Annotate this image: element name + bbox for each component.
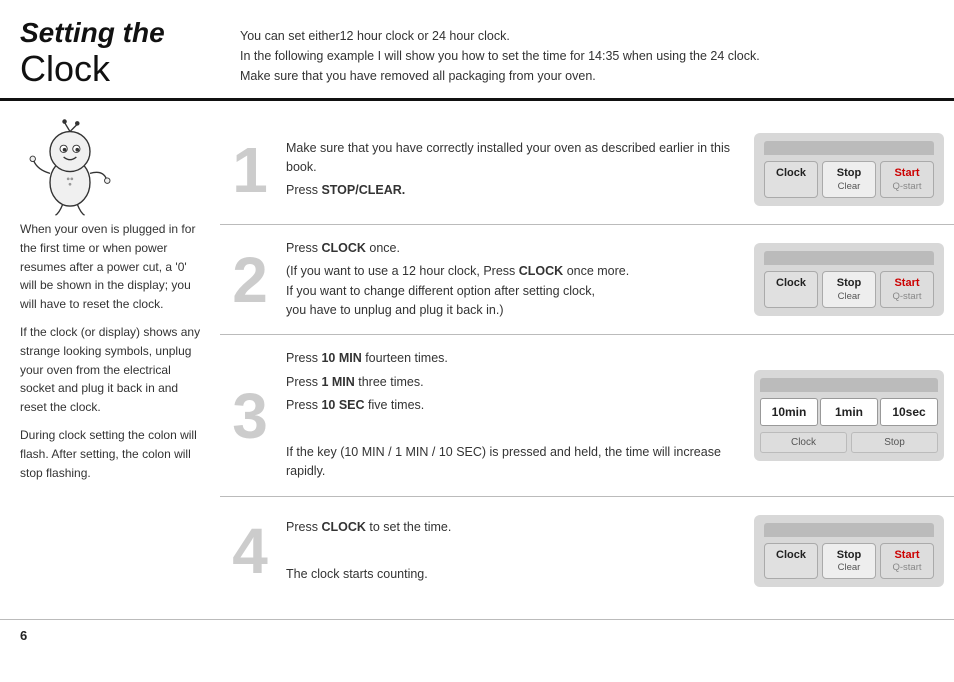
step-4-stop-label: Stop [837,549,861,561]
step-3-time-panel: 10min 1min 10sec Clock Stop [754,370,944,461]
step-3-text-5: If the key (10 MIN / 1 MIN / 10 SEC) is … [286,443,734,482]
step-4-row: 4 Press CLOCK to set the time. The clock… [220,497,954,606]
step-3-number: 3 [232,384,268,448]
step-4-instructions: Press CLOCK to set the time. The clock s… [280,511,744,592]
step-3-10sec-btn[interactable]: 10sec [880,398,938,426]
sidebar-text: When your oven is plugged in for the fir… [20,220,204,482]
step-4-clock-btn[interactable]: Clock [764,543,818,580]
steps-area: 1 Make sure that you have correctly inst… [220,101,954,619]
step-1-stop-sub: Clear [825,181,873,192]
step-1-instructions: Make sure that you have correctly instal… [280,129,744,210]
step-3-text-2: Press 1 MIN three times. [286,373,734,392]
step-1-start-label: Start [894,167,919,179]
step-2-row: 2 Press CLOCK once. (If you want to use … [220,225,954,336]
step-1-oven-panel: Clock Stop Clear Start Q-start [754,133,944,206]
page-number: 6 [20,628,27,643]
page-header: Setting the Clock You can set either12 h… [0,0,954,101]
title-italic: Setting the [20,18,210,49]
step-4-stop-btn[interactable]: Stop Clear [822,543,876,580]
header-desc-line-1: You can set either12 hour clock or 24 ho… [240,26,760,46]
step-4-start-sub: Q-start [883,562,931,573]
step-2-stop-btn[interactable]: Stop Clear [822,271,876,308]
step-4-text-2 [286,541,734,560]
sidebar-para-3: During clock setting the colon will flas… [20,426,204,482]
step-2-panel: Clock Stop Clear Start Q-start [744,239,954,321]
step-2-start-label: Start [894,277,919,289]
step-3-10min-btn[interactable]: 10min [760,398,818,426]
step-4-clock-label: Clock [776,549,806,561]
header-description: You can set either12 hour clock or 24 ho… [240,18,760,88]
step-4-start-label: Start [894,549,919,561]
step-1-number-col: 1 [220,129,280,210]
step-4-number-col: 4 [220,511,280,592]
step-3-panel: 10min 1min 10sec Clock Stop [744,349,954,481]
step-3-time-buttons: 10min 1min 10sec [760,398,938,426]
step-2-clock-label: Clock [776,277,806,289]
step-1-number: 1 [232,138,268,202]
step-1-start-sub: Q-start [883,181,931,192]
title-normal: Clock [20,49,210,89]
step-2-number: 2 [232,248,268,312]
step-1-stop-label: Stop [837,167,861,179]
step-3-text-4 [286,420,734,439]
step-3-row: 3 Press 10 MIN fourteen times. Press 1 M… [220,335,954,496]
step-4-number: 4 [232,519,268,583]
sidebar-para-2: If the clock (or display) shows any stra… [20,323,204,416]
step-3-1min-btn[interactable]: 1min [820,398,878,426]
step-2-panel-top-bar [764,251,934,265]
step-1-panel-top-bar [764,141,934,155]
step-3-number-col: 3 [220,349,280,481]
header-desc-line-3: Make sure that you have removed all pack… [240,66,760,86]
sidebar-para-1: When your oven is plugged in for the fir… [20,220,204,313]
step-1-stop-btn[interactable]: Stop Clear [822,161,876,198]
step-3-text-1: Press 10 MIN fourteen times. [286,349,734,368]
step-2-text-2: (If you want to use a 12 hour clock, Pre… [286,262,734,320]
step-1-text-2: Press STOP/CLEAR. [286,181,734,200]
step-2-stop-sub: Clear [825,291,873,302]
step-2-clock-btn[interactable]: Clock [764,271,818,308]
step-1-panel-buttons: Clock Stop Clear Start Q-start [764,161,934,198]
step-3-time-panel-bottom: Clock Stop [760,432,938,453]
step-1-start-btn[interactable]: Start Q-start [880,161,934,198]
step-2-start-sub: Q-start [883,291,931,302]
title-block: Setting the Clock [20,18,210,88]
step-4-start-btn[interactable]: Start Q-start [880,543,934,580]
step-4-panel: Clock Stop Clear Start Q-start [744,511,954,592]
step-2-start-btn[interactable]: Start Q-start [880,271,934,308]
step-2-stop-label: Stop [837,277,861,289]
step-3-time-bar [760,378,938,392]
step-4-panel-top-bar [764,523,934,537]
step-3-text-3: Press 10 SEC five times. [286,396,734,415]
step-1-row: 1 Make sure that you have correctly inst… [220,115,954,225]
main-content: When your oven is plugged in for the fir… [0,101,954,619]
step-2-instructions: Press CLOCK once. (If you want to use a … [280,239,744,321]
page-footer: 6 [0,619,954,651]
step-2-oven-panel: Clock Stop Clear Start Q-start [754,243,944,316]
step-3-stop-small[interactable]: Stop [851,432,938,453]
step-4-text-1: Press CLOCK to set the time. [286,518,734,537]
step-1-panel: Clock Stop Clear Start Q-start [744,129,954,210]
step-1-text-1: Make sure that you have correctly instal… [286,139,734,178]
step-3-clock-small[interactable]: Clock [760,432,847,453]
mascot [20,117,204,220]
step-3-instructions: Press 10 MIN fourteen times. Press 1 MIN… [280,349,744,481]
step-4-panel-buttons: Clock Stop Clear Start Q-start [764,543,934,580]
step-1-clock-btn[interactable]: Clock [764,161,818,198]
step-2-panel-buttons: Clock Stop Clear Start Q-start [764,271,934,308]
left-sidebar: When your oven is plugged in for the fir… [0,101,220,619]
header-desc-line-2: In the following example I will show you… [240,46,760,66]
step-1-clock-label: Clock [776,167,806,179]
step-4-oven-panel: Clock Stop Clear Start Q-start [754,515,944,588]
step-2-text-1: Press CLOCK once. [286,239,734,258]
step-2-number-col: 2 [220,239,280,321]
step-4-text-3: The clock starts counting. [286,565,734,584]
step-4-stop-sub: Clear [825,562,873,573]
